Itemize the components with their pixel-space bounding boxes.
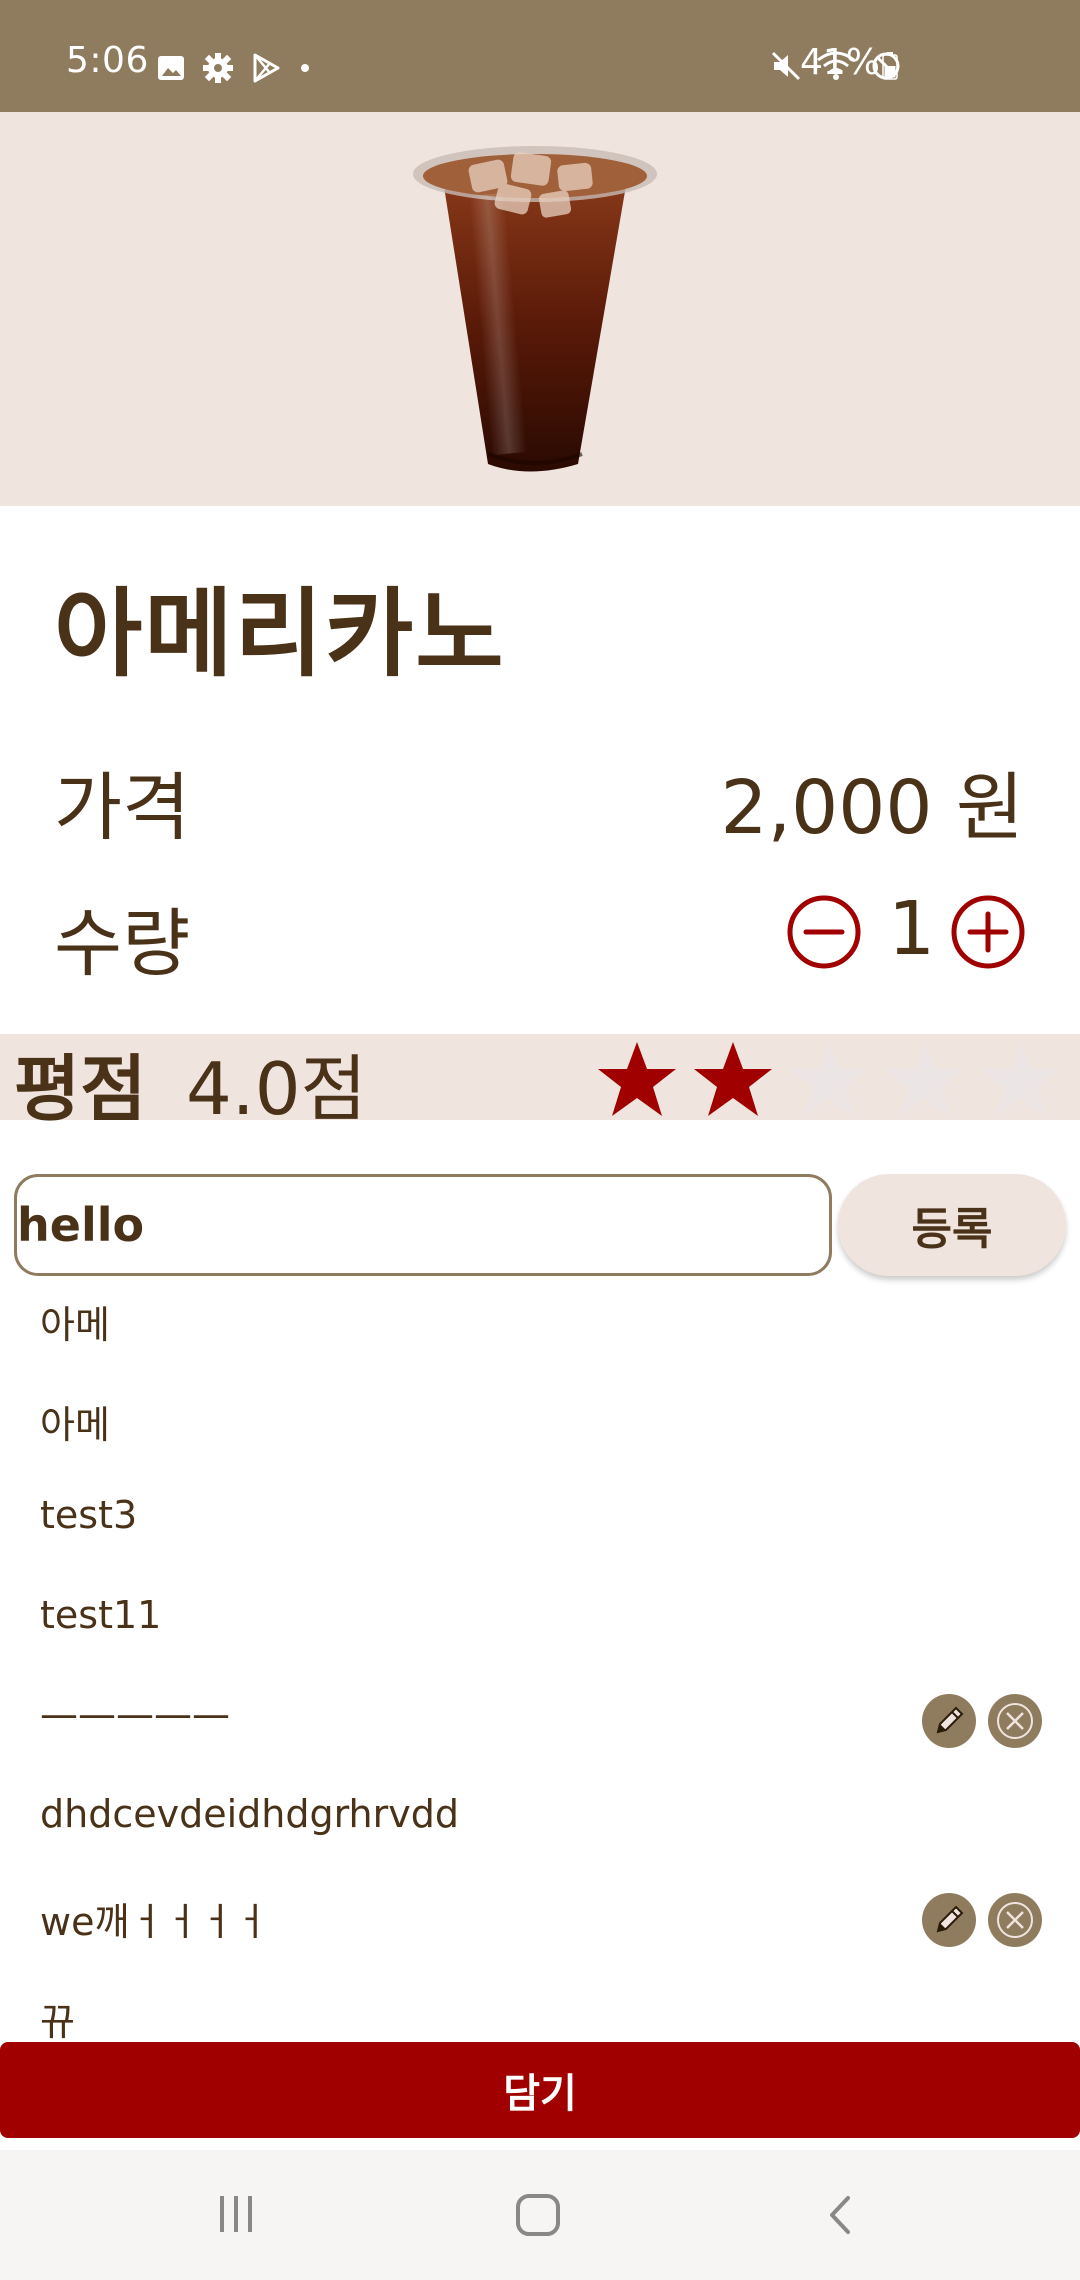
review-item: test3 [0,1475,1080,1571]
dot-icon [301,64,309,72]
review-item: ————— [0,1674,1080,1770]
back-icon[interactable] [824,2194,854,2236]
review-input[interactable] [14,1174,832,1276]
settings-icon [203,53,233,83]
battery-percent: 41% [800,42,881,83]
register-button[interactable]: 등록 [838,1174,1066,1276]
gallery-icon [158,56,184,80]
star-empty-icon[interactable] [788,1040,870,1118]
add-to-cart-button[interactable]: 담기 [0,2042,1080,2138]
product-name: 아메리카노 [54,578,506,690]
review-item: dhdcevdeidhdgrhrvdd [0,1774,1080,1870]
edit-review-button[interactable] [922,1694,976,1748]
delete-review-button[interactable] [988,1694,1042,1748]
review-text: ————— [40,1692,230,1736]
home-icon[interactable] [514,2192,562,2238]
review-text: dhdcevdeidhdgrhrvdd [40,1791,459,1836]
rating-score: 4.0점 [186,1047,367,1131]
quantity-value: 1 [888,886,936,972]
review-item: 아메 [0,1376,1080,1472]
star-empty-icon[interactable] [884,1040,966,1118]
star-filled-icon[interactable] [596,1040,678,1118]
close-icon [997,1703,1033,1739]
delete-review-button[interactable] [988,1893,1042,1947]
status-icons-left [156,48,312,88]
recent-apps-icon[interactable] [214,2194,258,2234]
rating-stars[interactable] [596,1040,1062,1118]
status-bar: 5:06 41% [0,0,1080,112]
play-store-icon [253,53,280,83]
review-text: 아메 [40,1303,110,1347]
battery-icon [882,52,898,80]
pencil-icon [936,1706,964,1734]
review-item: 아메 [0,1276,1080,1372]
quantity-increase-button[interactable] [950,894,1026,970]
quantity-decrease-button[interactable] [786,894,862,970]
system-nav-bar [0,2150,1080,2280]
edit-review-button[interactable] [922,1893,976,1947]
quantity-label: 수량 [54,901,191,987]
mute-icon [771,51,801,81]
review-item: test11 [0,1575,1080,1671]
close-icon [997,1902,1033,1938]
status-time: 5:06 [66,40,149,81]
iced-americano-image [413,146,657,472]
review-text: test11 [40,1592,162,1637]
product-image-banner [0,112,1080,506]
review-item: we깨ㅓㅓㅓㅓ [0,1873,1080,1969]
pencil-icon [936,1905,964,1933]
price-label: 가격 [54,765,191,851]
price-value: 2,000 원 [720,765,1024,851]
rating-label: 평점 [14,1047,147,1131]
star-filled-icon[interactable] [692,1040,774,1118]
review-text: 아메 [40,1402,110,1447]
review-text: test3 [40,1493,138,1537]
review-text: we깨ㅓㅓㅓㅓ [40,1900,270,1944]
review-text: 뀨 [40,1999,75,2044]
star-empty-icon[interactable] [980,1040,1062,1118]
